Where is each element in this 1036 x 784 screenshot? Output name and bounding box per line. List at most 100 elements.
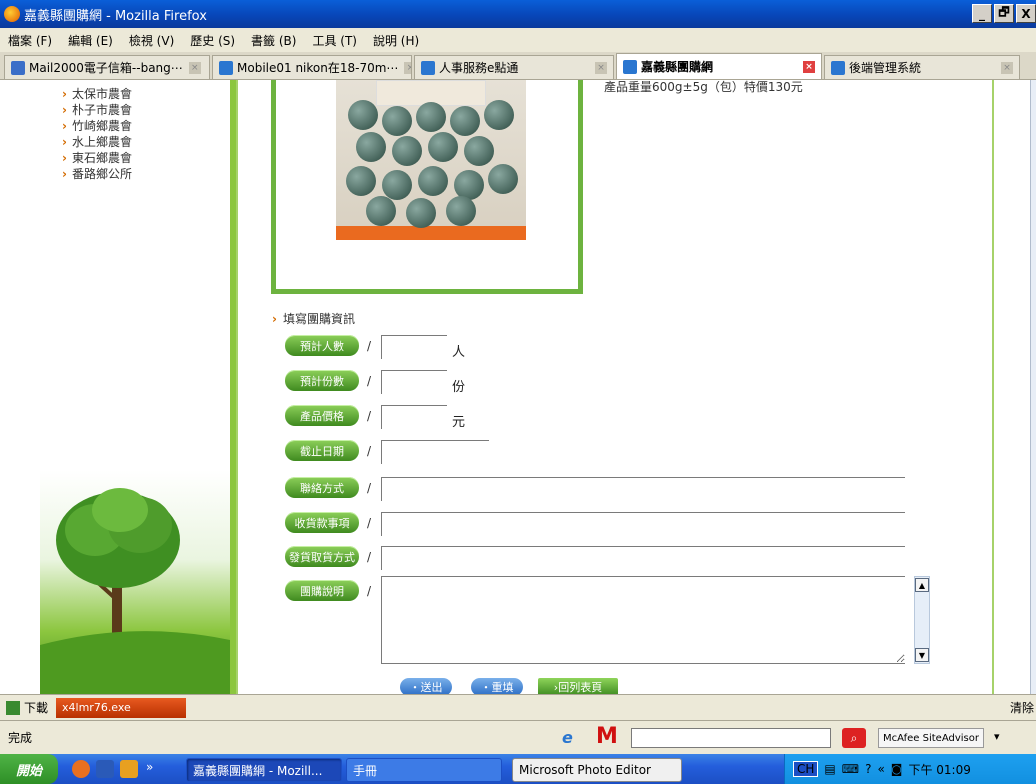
tab-mail2000[interactable]: Mail2000電子信箱--bang⋯ × <box>4 55 210 79</box>
back-to-list-button[interactable]: ›回列表頁 <box>538 678 618 694</box>
menu-tools[interactable]: 工具 (T) <box>312 32 357 49</box>
sidebar-item-shuishang[interactable]: 水上鄉農會 <box>62 134 132 150</box>
siteadvisor-label: McAfee SiteAdvisor <box>883 732 979 744</box>
sidebar-item-puzi[interactable]: 朴子市農會 <box>62 102 132 118</box>
estimated-portions-input[interactable] <box>381 370 447 394</box>
separator: / <box>367 409 372 423</box>
ie-icon <box>421 60 435 75</box>
label-payment-notes: 收貨款事項 <box>285 512 359 533</box>
separator: / <box>367 444 372 458</box>
minimize-button[interactable]: _ <box>972 4 992 23</box>
close-button[interactable]: X <box>1016 4 1036 23</box>
tab-bar: Mail2000電子信箱--bang⋯ × Mobile01 nikon在18-… <box>0 52 1036 80</box>
tab-label: 嘉義縣團購網 <box>641 60 714 74</box>
task-firefox[interactable]: 嘉義縣團購網 - Mozill... <box>186 758 342 782</box>
separator: / <box>367 374 372 388</box>
sidebar-item-fanlu[interactable]: 番路鄉公所 <box>62 166 132 182</box>
close-tab-icon[interactable]: × <box>404 61 411 74</box>
powerpoint-quicklaunch-icon[interactable] <box>120 760 138 778</box>
label-deadline: 截止日期 <box>285 440 359 461</box>
chevron-double-right-icon[interactable]: » <box>146 760 153 774</box>
menu-bookmarks[interactable]: 書籤 (B) <box>251 32 296 49</box>
task-label: Microsoft Photo Editor <box>519 763 651 777</box>
downloads-label[interactable]: 下載 <box>24 699 48 716</box>
maximize-button[interactable]: 🗗 <box>994 4 1014 23</box>
label-estimated-people: 預計人數 <box>285 335 359 356</box>
ie-icon <box>219 60 233 75</box>
menu-file[interactable]: 檔案 (F) <box>8 32 52 49</box>
menu-view[interactable]: 檢視 (V) <box>129 32 174 49</box>
label-groupbuy-description: 團購說明 <box>285 580 359 601</box>
contact-method-input[interactable] <box>381 477 905 501</box>
close-tab-icon[interactable]: × <box>595 61 607 74</box>
label-product-price: 產品價格 <box>285 405 359 426</box>
mcafee-siteadvisor-button[interactable]: McAfee SiteAdvisor <box>878 728 984 748</box>
estimated-people-input[interactable] <box>381 335 447 359</box>
section-title: 填寫團購資訊 <box>272 310 355 327</box>
groupbuy-description-textarea[interactable] <box>381 576 905 664</box>
task-photo-editor[interactable]: Microsoft Photo Editor <box>512 758 682 782</box>
firefox-icon <box>4 6 20 22</box>
sidebar-item-taibao[interactable]: 太保市農會 <box>62 86 132 102</box>
label-contact-method: 聯絡方式 <box>285 477 359 498</box>
downloads-icon <box>6 700 20 715</box>
divider <box>992 80 994 694</box>
mcafee-search-input[interactable] <box>631 728 831 748</box>
tray-arrow-icon[interactable]: « <box>877 762 884 776</box>
tab-mobile01[interactable]: Mobile01 nikon在18-70m⋯ × <box>212 55 412 79</box>
payment-notes-input[interactable] <box>381 512 905 536</box>
word-quicklaunch-icon[interactable] <box>96 760 114 778</box>
close-tab-icon[interactable]: × <box>1001 61 1013 74</box>
page-content: 太保市農會 朴子市農會 竹崎鄉農會 水上鄉農會 東石鄉農會 番路鄉公所 <box>0 80 1030 694</box>
scroll-up-icon[interactable]: ▲ <box>915 578 929 592</box>
tab-label: 後端管理系統 <box>849 61 922 75</box>
product-price-input[interactable] <box>381 405 447 429</box>
ie-icon[interactable]: e <box>562 728 573 747</box>
menu-history[interactable]: 歷史 (S) <box>190 32 235 49</box>
tab-label: 人事服務e點通 <box>439 61 519 75</box>
network-icon[interactable]: ◙ <box>891 762 903 776</box>
textarea-scrollbar[interactable]: ▲ ▼ <box>914 576 930 664</box>
task-manual[interactable]: 手冊 <box>346 758 502 782</box>
start-button[interactable]: 開始 <box>0 754 58 784</box>
clock: 下午 01:09 <box>908 762 971 777</box>
submit-button[interactable]: ・送出 <box>400 678 452 694</box>
sidebar-nav: 太保市農會 朴子市農會 竹崎鄉農會 水上鄉農會 東石鄉農會 番路鄉公所 <box>62 86 132 182</box>
delivery-method-input[interactable] <box>381 546 905 570</box>
download-file-name: x4lmr76.exe <box>62 701 131 714</box>
unit-people: 人 <box>452 345 466 360</box>
clear-downloads-button[interactable]: 清除 <box>1010 699 1034 716</box>
reset-button[interactable]: ・重填 <box>471 678 523 694</box>
help-icon[interactable]: ? <box>865 762 871 776</box>
menu-help[interactable]: 說明 (H) <box>373 32 419 49</box>
unit-portions: 份 <box>452 380 466 395</box>
firefox-quicklaunch-icon[interactable] <box>72 760 90 778</box>
tab-backend[interactable]: 後端管理系統 × <box>824 55 1020 79</box>
search-icon[interactable]: ⌕ <box>842 728 866 748</box>
label-delivery-method: 發貨取貨方式 <box>285 546 359 567</box>
sidebar-item-dongshi[interactable]: 東石鄉農會 <box>62 150 132 166</box>
deadline-input[interactable] <box>381 440 489 464</box>
close-tab-icon[interactable]: × <box>188 61 201 74</box>
tab-hr-service[interactable]: 人事服務e點通 × <box>414 55 614 79</box>
product-description: 產品重量600g±5g（包）特價130元 <box>604 80 803 94</box>
scroll-down-icon[interactable]: ▼ <box>915 648 929 662</box>
keyboard-icon[interactable]: ⌨ <box>842 762 859 776</box>
language-indicator[interactable]: CH <box>793 761 819 777</box>
menu-edit[interactable]: 編輯 (E) <box>68 32 113 49</box>
tree-landscape-image <box>40 470 230 694</box>
tree-illustration <box>40 488 230 694</box>
separator: / <box>367 481 372 495</box>
close-tab-icon[interactable]: × <box>803 60 815 73</box>
separator: / <box>367 339 372 353</box>
mcafee-logo-icon[interactable]: M <box>596 724 618 749</box>
tab-chiayi-groupbuy[interactable]: 嘉義縣團購網 × <box>616 53 822 79</box>
ime-icon[interactable]: ▤ <box>824 762 835 776</box>
divider <box>236 80 238 694</box>
download-item[interactable]: x4lmr76.exe <box>56 697 187 718</box>
page-scrollbar[interactable] <box>1030 80 1036 694</box>
sidebar-item-zhuqi[interactable]: 竹崎鄉農會 <box>62 118 132 134</box>
menu-bar: 檔案 (F) 編輯 (E) 檢視 (V) 歷史 (S) 書籤 (B) 工具 (T… <box>0 28 1036 52</box>
label-estimated-portions: 預計份數 <box>285 370 359 391</box>
chevron-down-icon[interactable]: ▾ <box>994 730 1000 743</box>
